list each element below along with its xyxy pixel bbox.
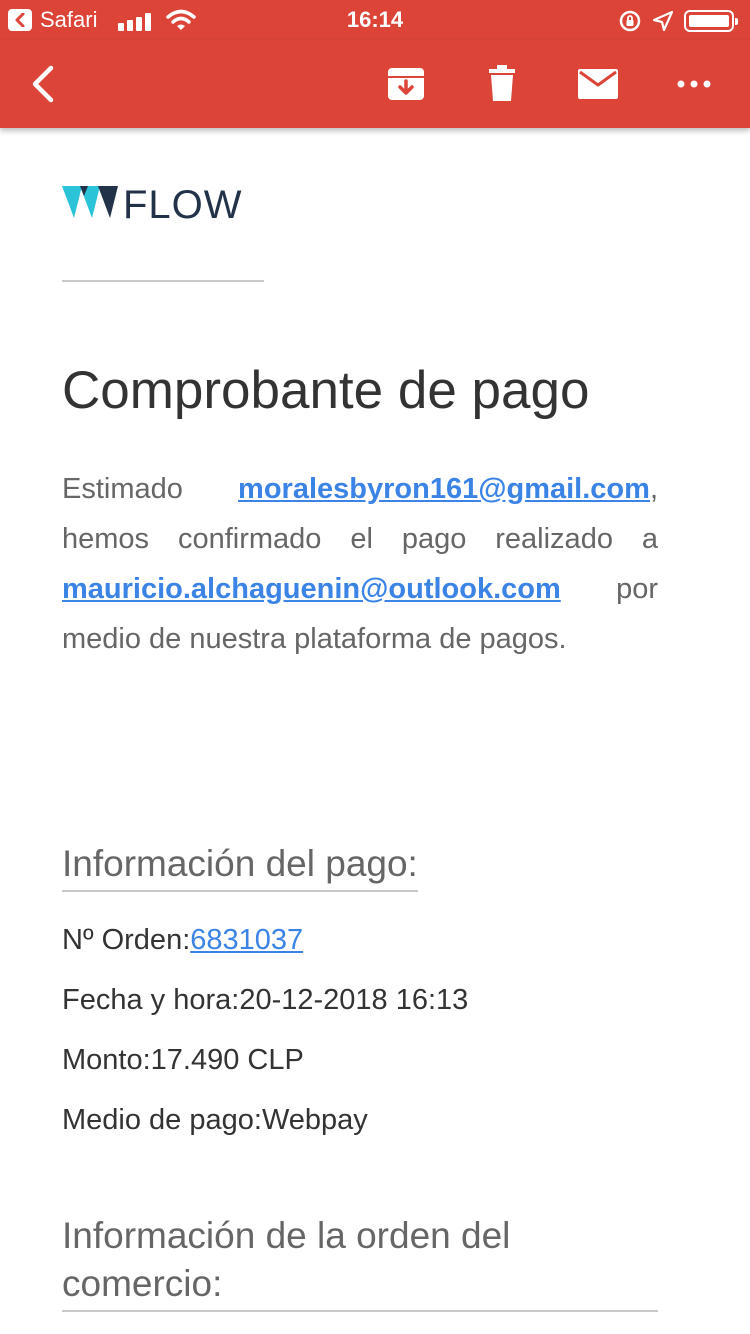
back-arrow-icon <box>32 65 54 103</box>
archive-button[interactable] <box>371 40 441 128</box>
merchant-info-heading: Información de la orden del comercio: <box>62 1212 658 1312</box>
order-number-link[interactable]: 6831037 <box>190 924 303 956</box>
more-options-button[interactable] <box>659 40 729 128</box>
order-number-label: Nº Orden: <box>62 924 191 956</box>
order-number-row: Nº Orden:6831037 <box>62 924 303 957</box>
app-toolbar <box>0 40 750 128</box>
logo-text: FLOW <box>123 184 243 224</box>
amount-row: Monto:17.490 CLP <box>62 1044 304 1077</box>
status-bar: Safari 16:14 <box>0 0 750 40</box>
divider <box>62 280 264 282</box>
rotation-lock-icon <box>619 10 641 32</box>
location-icon <box>652 10 674 32</box>
archive-icon <box>388 68 424 100</box>
delete-button[interactable] <box>467 40 537 128</box>
payment-method-value: Webpay <box>261 1104 368 1136</box>
date-time-value: 20-12-2018 16:13 <box>239 984 469 1016</box>
more-dots-icon <box>677 80 711 88</box>
recipient-email-link[interactable]: mauricio.alchaguenin@outlook.com <box>62 573 561 605</box>
payment-info-heading: Información del pago: <box>62 840 418 892</box>
back-button[interactable] <box>8 40 78 128</box>
amount-value: 17.490 CLP <box>150 1044 304 1076</box>
battery-icon <box>684 10 738 32</box>
mark-unread-button[interactable] <box>563 40 633 128</box>
trash-icon <box>489 65 515 101</box>
intro-paragraph: Estimado moralesbyron161@gmail.com, hemo… <box>62 464 658 664</box>
payment-method-row: Medio de pago:Webpay <box>62 1104 368 1137</box>
sender-email-link[interactable]: moralesbyron161@gmail.com <box>238 473 650 505</box>
mail-icon <box>578 69 618 99</box>
intro-greeting: Estimado <box>62 473 239 505</box>
date-time-row: Fecha y hora:20-12-2018 16:13 <box>62 984 468 1017</box>
flow-logo: FLOW <box>62 184 243 224</box>
payment-method-label: Medio de pago: <box>62 1104 262 1136</box>
email-title: Comprobante de pago <box>62 361 590 420</box>
amount-label: Monto: <box>62 1044 151 1076</box>
date-time-label: Fecha y hora: <box>62 984 240 1016</box>
